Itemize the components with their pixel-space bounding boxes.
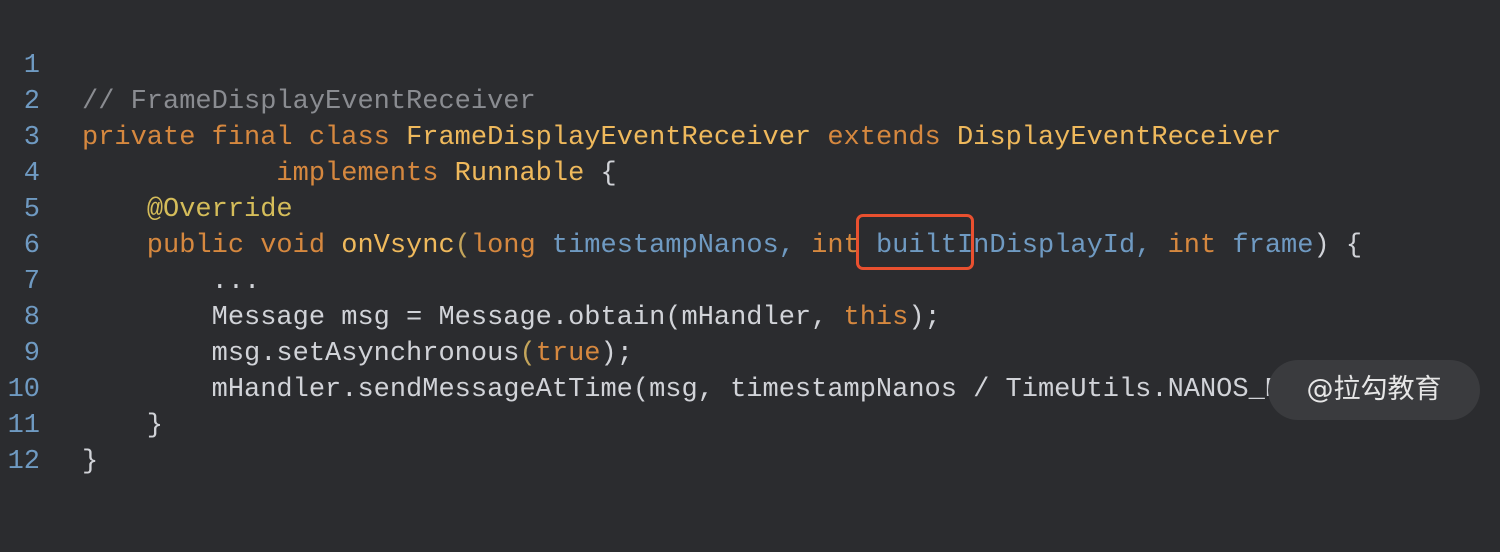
this-keyword: this xyxy=(843,303,909,333)
parameter: frame xyxy=(1232,231,1314,261)
highlight-box xyxy=(856,214,974,270)
code-line-10: 10 } xyxy=(0,336,163,441)
punctuation: , xyxy=(778,231,812,261)
code-text: ); xyxy=(908,303,941,333)
keyword: int xyxy=(1167,231,1233,261)
paren: ( xyxy=(454,231,471,261)
code-text: Message msg = Message.obtain(mHandler, xyxy=(82,303,844,333)
code-line-1: 1 // FrameDisplayEventReceiver xyxy=(0,12,536,117)
code-line-11: 11 } xyxy=(0,372,99,477)
code-line-4: 4 @Override xyxy=(0,120,293,225)
keyword: extends xyxy=(811,123,957,153)
parameter: timestampNanos xyxy=(551,231,779,261)
code-line-6: 6 ... xyxy=(0,192,260,297)
annotation: @Override xyxy=(146,195,293,225)
watermark: @拉勾教育 xyxy=(1268,360,1480,420)
code-line-5: 5 public void onVsync(long timestampNano… xyxy=(0,156,1362,261)
code-line-9: 9 mHandler.sendMessageAtTime(msg, timest… xyxy=(0,300,1395,405)
class-name: Runnable xyxy=(454,159,585,189)
keyword: long xyxy=(470,231,552,261)
paren: ( xyxy=(519,339,536,369)
keyword: public void xyxy=(82,231,342,261)
line-number: 12 xyxy=(7,447,40,477)
code-line-7: 7 Message msg = Message.obtain(mHandler,… xyxy=(0,228,941,333)
code-text: } xyxy=(82,447,99,477)
code-text: ); xyxy=(600,339,633,369)
code-line-2: 2 private final class FrameDisplayEventR… xyxy=(0,48,1281,153)
code-line-12: 12 xyxy=(0,408,65,477)
comment: // FrameDisplayEventReceiver xyxy=(82,87,536,117)
class-name: FrameDisplayEventReceiver xyxy=(406,123,812,153)
keyword: implements xyxy=(82,159,455,189)
code-line-8: 8 msg.setAsynchronous(true); xyxy=(0,264,633,369)
code-text: mHandler.sendMessageAtTime(msg, timestam… xyxy=(82,375,1395,405)
code-text: msg.setAsynchronous xyxy=(82,339,520,369)
code-text: ) { xyxy=(1313,231,1363,261)
punctuation: , xyxy=(1135,231,1168,261)
keyword: private final class xyxy=(82,123,407,153)
method-name: onVsync xyxy=(341,231,455,261)
code-line-3: 3 implements Runnable { xyxy=(0,84,617,189)
code-text: ... xyxy=(82,267,261,297)
code-text: { xyxy=(584,159,617,189)
keyword: true xyxy=(535,339,601,369)
code-editor: 1 // FrameDisplayEventReceiver 2 private… xyxy=(0,0,1500,477)
code-text: } xyxy=(82,411,164,441)
class-name: DisplayEventReceiver xyxy=(956,123,1282,153)
